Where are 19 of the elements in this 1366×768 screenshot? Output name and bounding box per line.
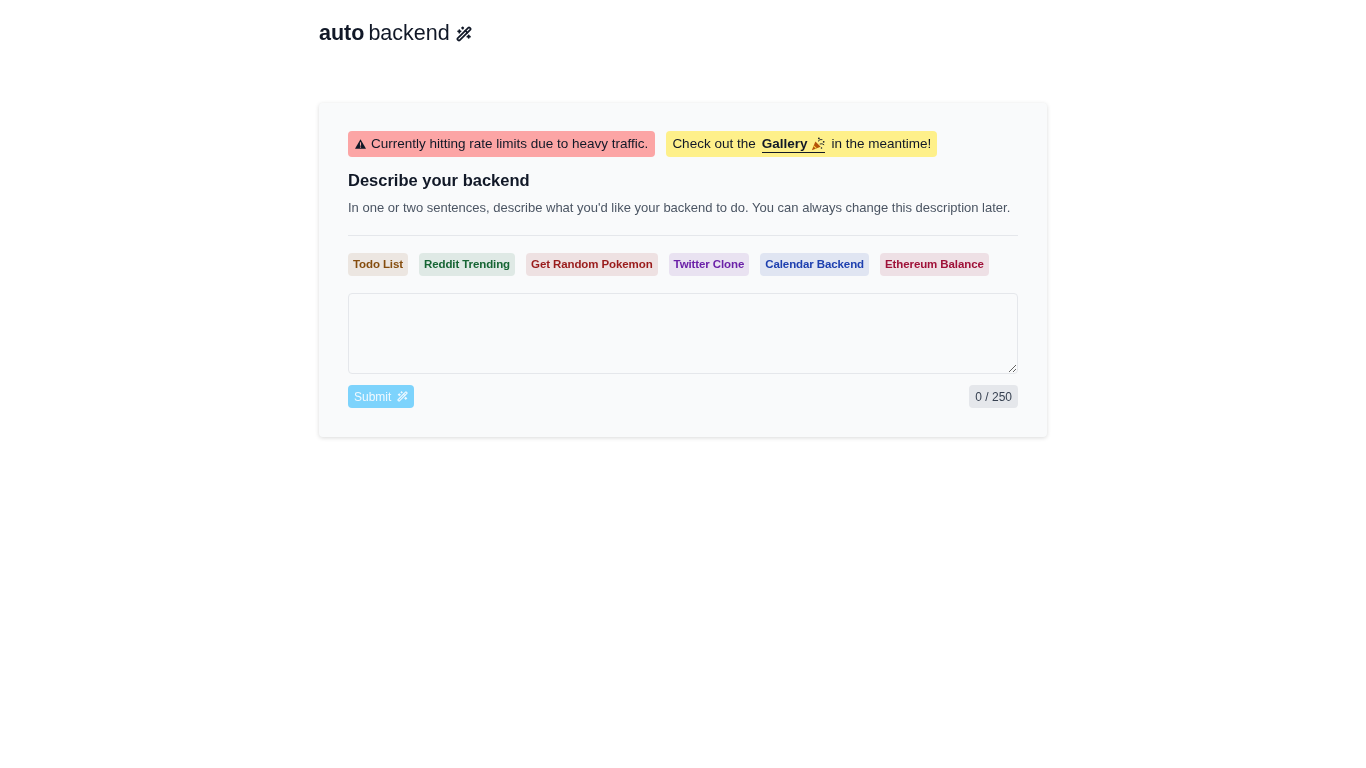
magic-wand-icon: [455, 26, 472, 42]
gallery-banner-text: Check out the: [672, 134, 756, 153]
form-description: In one or two sentences, describe what you'd like your backend to do. You can always change this description later.: [348, 199, 1012, 217]
party-popper-icon: [811, 136, 826, 151]
description-field[interactable]: [348, 293, 1018, 374]
example-chip[interactable]: Get Random Pokemon: [526, 253, 658, 276]
logo: auto backend: [319, 23, 450, 45]
gallery-link[interactable]: Gallery: [761, 135, 826, 153]
magic-wand-icon: [397, 391, 409, 402]
example-chip[interactable]: Twitter Clone: [668, 253, 750, 276]
form-heading: Describe your backend: [348, 170, 531, 191]
gallery-banner-text: in the meantime!: [831, 134, 932, 153]
character-counter: 0 / 250: [969, 385, 1018, 408]
warning-icon: [355, 139, 366, 149]
example-chip[interactable]: Calendar Backend: [760, 253, 869, 276]
example-chip[interactable]: Reddit Trending: [419, 253, 516, 276]
example-chip[interactable]: Ethereum Balance: [880, 253, 989, 276]
example-chip[interactable]: Todo List: [348, 253, 408, 276]
rate-limit-text: Currently hitting rate limits due to heavy traffic.: [371, 134, 649, 153]
